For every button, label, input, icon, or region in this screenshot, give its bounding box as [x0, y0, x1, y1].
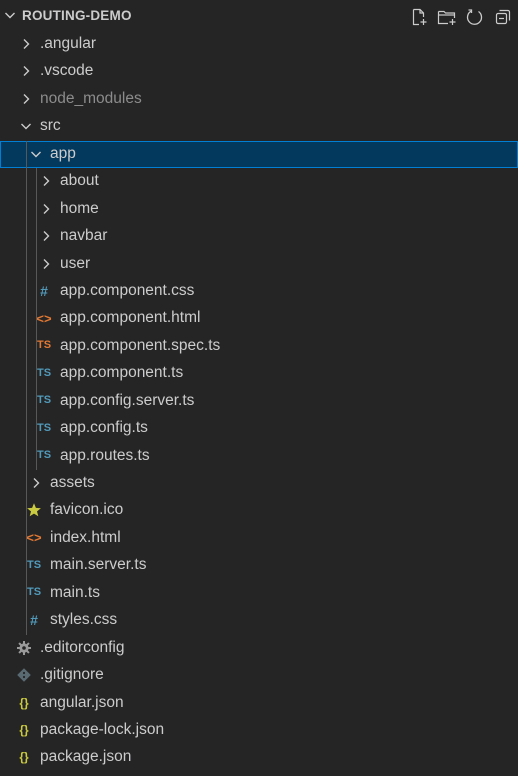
tree-item-label: main.ts [50, 583, 100, 601]
tree-item-label: .vscode [40, 62, 94, 80]
tree-folder-user[interactable]: user [0, 251, 518, 278]
explorer-actions [408, 6, 514, 28]
tree-item-label: app.component.html [60, 309, 201, 327]
tree-file-favicon-ico[interactable]: favicon.ico [0, 497, 518, 524]
css-file-icon: # [40, 282, 48, 299]
typescript-file-icon: TS [36, 449, 52, 462]
css-file-icon: # [30, 612, 38, 629]
explorer-header[interactable]: ROUTING-DEMO [0, 3, 518, 31]
tree-item-label: app.config.ts [60, 419, 148, 437]
chevron-right-icon[interactable] [18, 91, 34, 107]
tree-folder-node-modules[interactable]: node_modules [0, 86, 518, 113]
tree-file-app-component-html[interactable]: <> app.component.html [0, 305, 518, 332]
tree-file-app-config-ts[interactable]: TS app.config.ts [0, 415, 518, 442]
tree-item-label: app.routes.ts [60, 446, 150, 464]
tree-file-app-config-server-ts[interactable]: TS app.config.server.ts [0, 388, 518, 415]
file-tree: .angular .vscode node_modulessrc app about ho… [0, 31, 518, 772]
new-file-icon[interactable] [408, 6, 430, 28]
chevron-right-icon[interactable] [38, 201, 54, 217]
tree-file-package-json[interactable]: {} package.json [0, 744, 518, 771]
collapse-all-icon[interactable] [492, 6, 514, 28]
chevron-right-icon[interactable] [38, 173, 54, 189]
json-file-icon: {} [19, 695, 29, 710]
tree-file-app-component-spec-ts[interactable]: TS app.component.spec.ts [0, 333, 518, 360]
tree-folder-assets[interactable]: assets [0, 470, 518, 497]
tree-item-label: app.config.server.ts [60, 391, 195, 409]
tree-item-label: package-lock.json [40, 720, 165, 738]
tree-folder-vscode[interactable]: .vscode [0, 58, 518, 85]
explorer-panel: ROUTING-DEMO .angular .vscode node_modul… [0, 0, 518, 776]
tree-item-label: main.server.ts [50, 556, 147, 574]
tree-item-label: node_modules [40, 89, 142, 107]
tree-file-editorconfig[interactable]: .editorconfig [0, 635, 518, 662]
typescript-file-icon: TS [36, 394, 52, 407]
chevron-right-icon[interactable] [38, 228, 54, 244]
typescript-file-icon: TS [36, 366, 52, 379]
html-file-icon: <> [36, 310, 52, 326]
tree-file-index-html[interactable]: <> index.html [0, 525, 518, 552]
html-file-icon: <> [26, 530, 42, 546]
chevron-right-icon[interactable] [18, 63, 34, 79]
workspace-title[interactable]: ROUTING-DEMO [22, 8, 132, 23]
new-folder-icon[interactable] [436, 6, 458, 28]
chevron-right-icon[interactable] [18, 36, 34, 52]
tree-file-main-server-ts[interactable]: TS main.server.ts [0, 552, 518, 579]
tree-folder-app[interactable]: app [0, 140, 518, 169]
tree-item-label: package.json [40, 748, 132, 766]
tree-item-label: favicon.ico [50, 501, 124, 519]
tree-item-label: navbar [60, 227, 108, 245]
tree-item-label: .editorconfig [40, 638, 125, 656]
typescript-file-icon: TS [26, 558, 42, 571]
typescript-file-icon: TS [36, 421, 52, 434]
chevron-right-icon[interactable] [38, 256, 54, 272]
git-icon [16, 667, 32, 683]
tree-file-app-component-ts[interactable]: TS app.component.ts [0, 360, 518, 387]
star-icon [26, 502, 42, 518]
tree-item-label: app [50, 144, 76, 162]
tree-item-label: app.component.spec.ts [60, 336, 221, 354]
tree-folder-angular[interactable]: .angular [0, 31, 518, 58]
tree-item-label: about [60, 172, 99, 190]
indent-guide [26, 140, 27, 635]
tree-file-angular-json[interactable]: {} angular.json [0, 690, 518, 717]
chevron-down-icon[interactable] [28, 146, 44, 162]
tree-item-label: styles.css [50, 611, 118, 629]
tree-folder-about[interactable]: about [0, 168, 518, 195]
chevron-right-icon[interactable] [28, 475, 44, 491]
tree-file-app-component-css[interactable]: # app.component.css [0, 278, 518, 305]
tree-file-main-ts[interactable]: TS main.ts [0, 580, 518, 607]
chevron-down-icon[interactable] [2, 7, 18, 23]
tree-item-label: .gitignore [40, 666, 104, 684]
tree-folder-navbar[interactable]: navbar [0, 223, 518, 250]
chevron-down-icon[interactable] [18, 118, 34, 134]
tree-file-gitignore[interactable]: .gitignore [0, 662, 518, 689]
json-file-icon: {} [19, 750, 29, 765]
typescript-spec-file-icon: TS [36, 339, 52, 352]
typescript-file-icon: TS [26, 586, 42, 599]
tree-folder-src[interactable]: src [0, 113, 518, 140]
tree-item-label: app.component.css [60, 281, 195, 299]
gear-icon [16, 640, 32, 656]
tree-item-label: user [60, 254, 91, 272]
tree-item-label: index.html [50, 528, 121, 546]
tree-item-label: home [60, 199, 99, 217]
tree-file-app-routes-ts[interactable]: TS app.routes.ts [0, 443, 518, 470]
indent-guide [36, 168, 37, 471]
tree-item-label: assets [50, 474, 95, 491]
tree-item-label: .angular [40, 35, 97, 52]
tree-folder-home[interactable]: home [0, 196, 518, 223]
tree-file-package-lock-json[interactable]: {} package-lock.json [0, 717, 518, 744]
tree-item-label: angular.json [40, 693, 124, 711]
tree-file-styles-css[interactable]: # styles.css [0, 607, 518, 634]
tree-item-label: app.component.ts [60, 364, 184, 382]
refresh-icon[interactable] [464, 6, 486, 28]
tree-item-label: src [40, 117, 61, 135]
json-file-icon: {} [19, 722, 29, 737]
